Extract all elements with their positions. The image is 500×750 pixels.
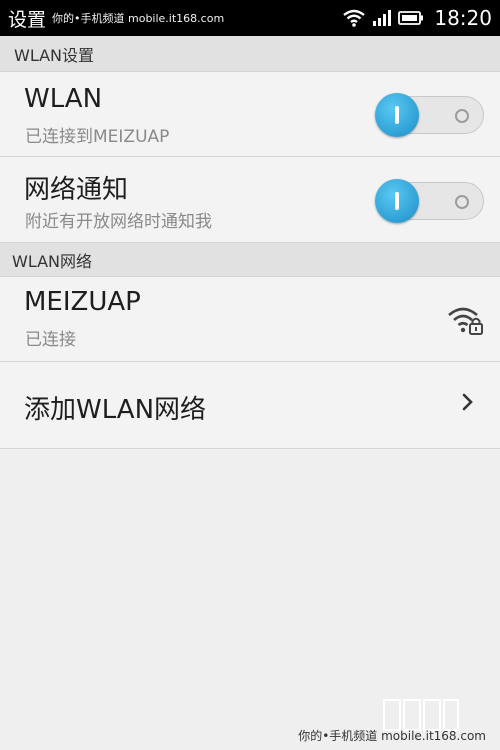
network-status: 已连接	[25, 330, 76, 350]
network-item-meizuap[interactable]: MEIZUAP 已连接	[0, 277, 500, 362]
section-header-wlan-settings: WLAN设置	[0, 36, 500, 72]
row-title: 网络通知	[24, 175, 129, 205]
network-notification-row[interactable]: 网络通知 附近有开放网络时通知我	[0, 157, 500, 243]
wlan-setting-row[interactable]: WLAN 已连接到MEIZUAP	[0, 72, 500, 157]
toggle-off-indicator	[455, 195, 469, 209]
cell-signal-icon	[372, 9, 392, 27]
status-clock: 18:20	[434, 6, 492, 30]
status-right: 18:20	[342, 0, 492, 36]
wifi-signal-icon	[342, 8, 366, 28]
toggle-knob	[375, 179, 419, 223]
network-name: MEIZUAP	[24, 287, 141, 317]
watermark-bottom: 你的•手机频道 mobile.it168.com	[298, 729, 486, 743]
row-subtitle: 附近有开放网络时通知我	[25, 212, 212, 232]
watermark-top: 你的•手机频道 mobile.it168.com	[52, 12, 225, 25]
status-left: 设置 你的•手机频道 mobile.it168.com	[8, 4, 224, 32]
status-bar: 设置 你的•手机频道 mobile.it168.com 18:20	[0, 0, 500, 36]
section-header-label: WLAN网络	[12, 251, 93, 271]
add-wlan-network-item[interactable]: 添加WLAN网络	[0, 362, 500, 449]
battery-icon	[398, 10, 424, 26]
app-title: 设置	[8, 8, 47, 31]
section-header-label: WLAN设置	[14, 45, 95, 65]
wlan-toggle[interactable]	[375, 93, 484, 137]
network-notification-toggle[interactable]	[375, 179, 484, 223]
chevron-right-icon	[462, 392, 474, 416]
row-title: WLAN	[24, 84, 103, 114]
toggle-off-indicator	[455, 109, 469, 123]
row-title: 添加WLAN网络	[24, 395, 207, 425]
section-header-wlan-networks: WLAN网络	[0, 243, 500, 277]
wifi-lock-icon	[446, 303, 486, 341]
toggle-knob	[375, 93, 419, 137]
row-subtitle: 已连接到MEIZUAP	[25, 127, 170, 147]
